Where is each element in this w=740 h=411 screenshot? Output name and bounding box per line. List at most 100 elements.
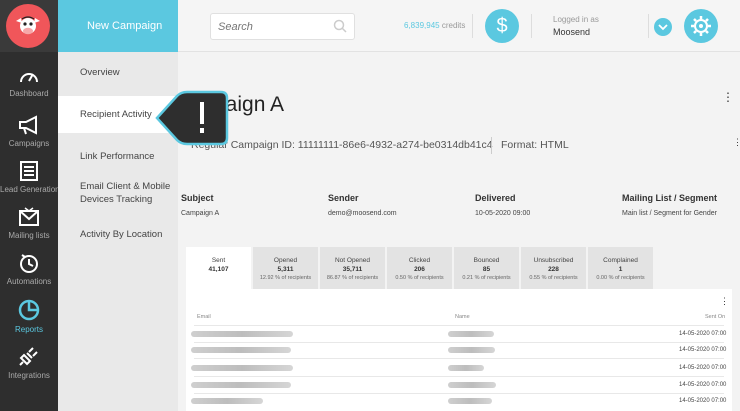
divider: [472, 14, 473, 38]
blurred-name: [448, 365, 484, 371]
nav-campaigns[interactable]: Campaigns: [0, 114, 58, 148]
search-input[interactable]: [211, 14, 329, 39]
more-options-icon[interactable]: ⋮: [722, 91, 734, 103]
stat-label: Opened: [273, 257, 298, 264]
blurred-email: [191, 331, 293, 337]
moosend-logo[interactable]: [6, 4, 50, 48]
mailing-list-value: Main list / Segment for Gender: [622, 210, 717, 217]
divider: [531, 14, 532, 38]
nav-reports[interactable]: Reports: [0, 298, 58, 334]
envelope-icon: [19, 207, 39, 226]
nav-label: Automations: [6, 277, 52, 286]
nav-label: Campaigns: [8, 139, 50, 148]
chevron-down-icon: [658, 23, 668, 30]
sent-on-date: 14-05-2020 07:00: [679, 331, 727, 337]
tab-sent[interactable]: Sent 41,107: [186, 247, 251, 290]
stat-percentage: 0.55 % of recipients: [529, 275, 578, 281]
blurred-name: [448, 347, 495, 353]
stat-percentage: 0.50 % of recipients: [395, 275, 444, 281]
stat-value: 1: [618, 266, 623, 273]
stat-value: 5,311: [277, 266, 294, 273]
stats-tabs: Sent 41,107 Opened 5,311 12.92 % of reci…: [186, 247, 654, 290]
stat-percentage: 86.87 % of recipients: [326, 275, 379, 281]
tab-opened[interactable]: Opened 5,311 12.92 % of recipients: [253, 247, 318, 289]
nav-automations[interactable]: Automations: [0, 252, 58, 286]
app-root: Dashboard Campaigns Lead Generation Mail…: [0, 0, 740, 411]
stat-percentage: 12.92 % of recipients: [259, 275, 312, 281]
delivered-value: 10-05-2020 09:00: [475, 210, 531, 217]
sender-heading: Sender: [328, 193, 359, 203]
nav-dashboard[interactable]: Dashboard: [0, 66, 58, 98]
search-icon[interactable]: [333, 19, 347, 33]
mailing-list-heading: Mailing List / Segment: [622, 193, 718, 203]
sender-value: demo@moosend.com: [328, 210, 397, 217]
blurred-name: [448, 398, 492, 404]
stat-value: 206: [414, 266, 425, 273]
credits-display: 6,839,945 credits: [404, 21, 465, 30]
form-icon: [20, 161, 38, 181]
delivered-heading: Delivered: [475, 193, 516, 203]
more-options-icon[interactable]: ⋮: [733, 136, 740, 148]
nav-mailing-lists[interactable]: Mailing lists: [0, 206, 58, 240]
gauge-icon: [20, 73, 38, 83]
more-options-icon[interactable]: ⋮: [720, 295, 729, 307]
tab-unsubscribed[interactable]: Unsubscribed 228 0.55 % of recipients: [521, 247, 586, 289]
divider: [648, 14, 649, 38]
nav-label: Dashboard: [9, 89, 49, 98]
stat-percentage: 0.21 % of recipients: [462, 275, 511, 281]
submenu-item-email-client-tracking[interactable]: Email Client & Mobile Devices Tracking: [80, 180, 172, 206]
table-divider: [194, 358, 724, 359]
divider: [491, 137, 492, 154]
tooltip-marker-icon: [155, 90, 229, 146]
column-header-sent-on: Sent On: [705, 314, 726, 320]
credits-value: 6,839,945: [404, 21, 440, 30]
submenu-item-overview[interactable]: Overview: [80, 66, 172, 79]
new-campaign-button[interactable]: New Campaign: [58, 0, 178, 52]
username: Moosend: [553, 27, 591, 37]
pie-chart-icon: [18, 299, 40, 321]
column-header-name: Name: [455, 314, 470, 320]
tab-bounced[interactable]: Bounced 85 0.21 % of recipients: [454, 247, 519, 289]
stat-label: Not Opened: [334, 257, 371, 264]
blurred-email: [191, 398, 263, 404]
sent-on-date: 14-05-2020 07:00: [679, 382, 727, 388]
tab-not-opened[interactable]: Not Opened 35,711 86.87 % of recipients: [320, 247, 385, 289]
nav-label: Reports: [14, 325, 43, 334]
cow-logo-icon: [16, 16, 40, 35]
logo-area: [0, 0, 58, 52]
top-bar: 6,839,945 credits $ Logged in as Moosend: [178, 0, 740, 52]
buy-credits-button[interactable]: $: [485, 9, 519, 43]
tab-complained[interactable]: Complained 1 0.00 % of recipients: [588, 247, 653, 289]
stat-label: Unsubscribed: [533, 257, 574, 264]
campaign-format: Format: HTML: [501, 139, 569, 151]
column-header-email: Email: [197, 314, 211, 320]
nav-label: Integrations: [8, 371, 50, 380]
submenu-item-activity-by-location[interactable]: Activity By Location: [80, 228, 172, 241]
stat-value: 85: [482, 266, 491, 273]
settings-button[interactable]: [684, 9, 718, 43]
user-menu-dropdown[interactable]: [654, 18, 672, 36]
tab-clicked[interactable]: Clicked 206 0.50 % of recipients: [387, 247, 452, 289]
credits-label: credits: [441, 21, 466, 30]
stat-value: 41,107: [208, 266, 229, 273]
sent-on-date: 14-05-2020 07:00: [679, 398, 727, 404]
table-divider: [194, 325, 724, 326]
stat-label: Complained: [603, 257, 638, 264]
stat-label: Clicked: [408, 257, 431, 264]
campaign-id: Regular Campaign ID: 11111111-86e6-4932-…: [191, 139, 493, 151]
blurred-email: [191, 382, 291, 388]
search-box: [210, 13, 355, 40]
logged-in-label: Logged in as: [553, 15, 599, 24]
stat-label: Bounced: [473, 257, 500, 264]
blurred-email: [191, 365, 293, 371]
table-divider: [194, 376, 724, 377]
blurred-name: [448, 331, 494, 337]
blurred-email: [191, 347, 291, 353]
report-submenu: New Campaign Overview Recipient Activity…: [58, 0, 178, 411]
nav-integrations[interactable]: Integrations: [0, 344, 58, 380]
nav-label: Lead Generation: [0, 185, 60, 194]
stat-value: 228: [548, 266, 559, 273]
submenu-item-link-performance[interactable]: Link Performance: [80, 150, 172, 163]
megaphone-icon: [19, 115, 37, 135]
nav-lead-generation[interactable]: Lead Generation: [0, 160, 60, 194]
